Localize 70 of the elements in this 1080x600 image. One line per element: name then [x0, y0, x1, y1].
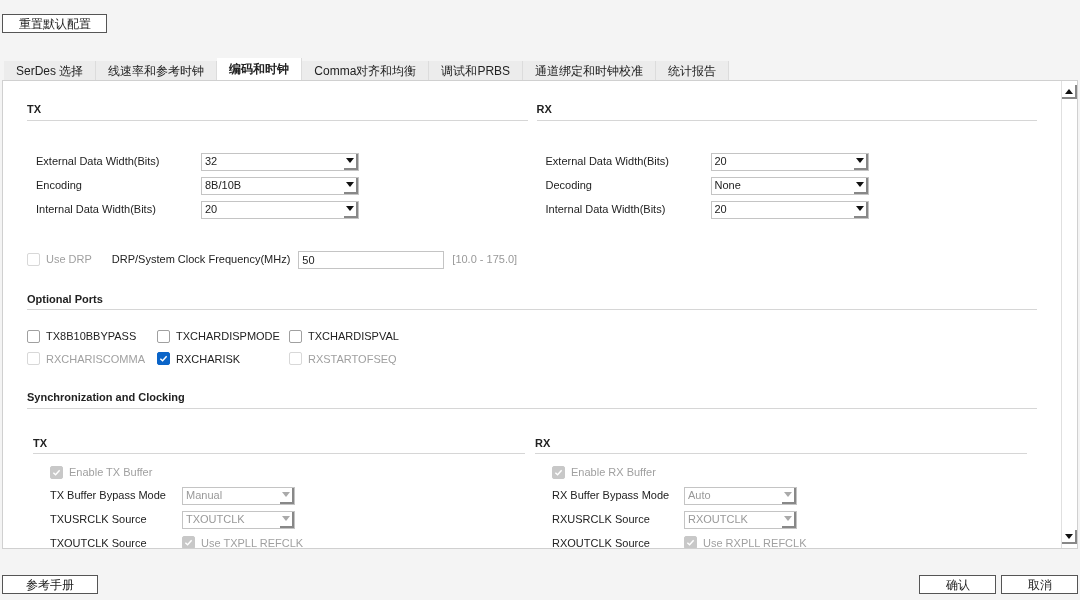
tab[interactable]: 编码和时钟	[217, 58, 303, 80]
tab[interactable]: 调试和PRBS	[429, 61, 524, 80]
caret-icon	[280, 487, 294, 504]
field-label: External Data Width(Bits)	[36, 154, 161, 170]
field-label: Encoding	[36, 178, 83, 194]
checkbox-label: RXCHARISK	[176, 351, 241, 367]
checkbox[interactable]	[289, 329, 302, 343]
caret-icon	[782, 487, 796, 504]
tab[interactable]: 线速率和参考时钟	[96, 61, 218, 80]
ok-button[interactable]: 确认	[919, 575, 996, 594]
checkbox[interactable]	[27, 329, 40, 343]
checkbox-label: RXCHARISCOMMA	[46, 351, 145, 367]
reset-defaults-button[interactable]: 重置默认配置	[2, 14, 107, 33]
checkbox-label: TXCHARDISPVAL	[308, 329, 399, 344]
field-label: TXOUTCLK Source	[50, 535, 148, 548]
field-label: RX Buffer Bypass Mode	[552, 488, 671, 504]
field-label: DRP/System Clock Frequency(MHz)	[111, 252, 291, 268]
range-hint: [10.0 - 175.0]	[452, 252, 518, 268]
checkbox-label: Enable TX Buffer	[69, 465, 153, 480]
tab[interactable]: Comma对齐和均衡	[302, 61, 430, 80]
section-title: RX	[536, 103, 552, 115]
caret-icon	[280, 511, 294, 528]
field-label: Internal Data Width(Bits)	[545, 202, 667, 218]
caret-icon	[853, 201, 868, 218]
checkmark-icon	[184, 538, 193, 548]
tab[interactable]: 统计报告	[656, 61, 730, 80]
field-label: TX Buffer Bypass Mode	[50, 488, 167, 504]
cancel-button[interactable]: 取消	[1001, 575, 1078, 594]
checkbox-label: Use TXPLL REFCLK	[201, 535, 304, 548]
field-label: Internal Data Width(Bits)	[36, 202, 157, 218]
checkmark-icon	[554, 467, 563, 477]
checkmark-icon	[159, 354, 168, 364]
manual-button[interactable]: 参考手册	[2, 575, 98, 594]
caret-icon	[853, 177, 868, 194]
field-label: Decoding	[545, 178, 593, 194]
checkmark-icon	[686, 538, 695, 548]
dropdown[interactable]: 8B/10B	[201, 176, 359, 195]
checkbox-label: Use DRP	[46, 252, 92, 268]
checkbox-label: Enable RX Buffer	[571, 465, 656, 480]
dropdown[interactable]: 32	[201, 152, 359, 171]
checkbox-label: TXCHARDISPMODE	[176, 329, 280, 344]
section-title: Synchronization and Clocking	[27, 391, 185, 403]
field-label: RXOUTCLK Source	[552, 535, 651, 548]
field-label: RXUSRCLK Source	[552, 512, 651, 528]
checkbox-label: TX8B10BBYPASS	[46, 329, 137, 344]
dropdown[interactable]: 20	[710, 200, 869, 219]
frequency-input[interactable]: 50	[298, 250, 445, 269]
dropdown[interactable]: None	[710, 176, 869, 195]
section-title: RX	[535, 436, 551, 449]
caret-icon	[853, 153, 868, 170]
caret-icon	[782, 511, 796, 528]
section-title: Optional Ports	[27, 292, 103, 305]
checkbox-label: RXSTARTOFSEQ	[308, 351, 397, 367]
checkmark-icon	[52, 467, 61, 477]
section-title: TX	[33, 436, 48, 449]
checkbox-label: Use RXPLL REFCLK	[703, 535, 807, 548]
scroll-down-icon[interactable]	[1062, 530, 1077, 544]
scroll-up-icon[interactable]	[1062, 85, 1077, 99]
field-label: TXUSRCLK Source	[50, 512, 148, 528]
checkbox[interactable]	[157, 329, 170, 343]
field-label: External Data Width(Bits)	[545, 154, 670, 170]
dropdown[interactable]: 20	[201, 200, 359, 219]
dropdown[interactable]: 20	[710, 152, 869, 171]
caret-icon	[344, 201, 358, 218]
caret-icon	[344, 177, 358, 194]
caret-icon	[344, 153, 358, 170]
tab[interactable]: 通道绑定和时钟校准	[523, 61, 657, 80]
tab[interactable]: SerDes 选择	[4, 61, 97, 80]
section-title: TX	[27, 103, 42, 115]
checkbox[interactable]	[157, 352, 170, 366]
